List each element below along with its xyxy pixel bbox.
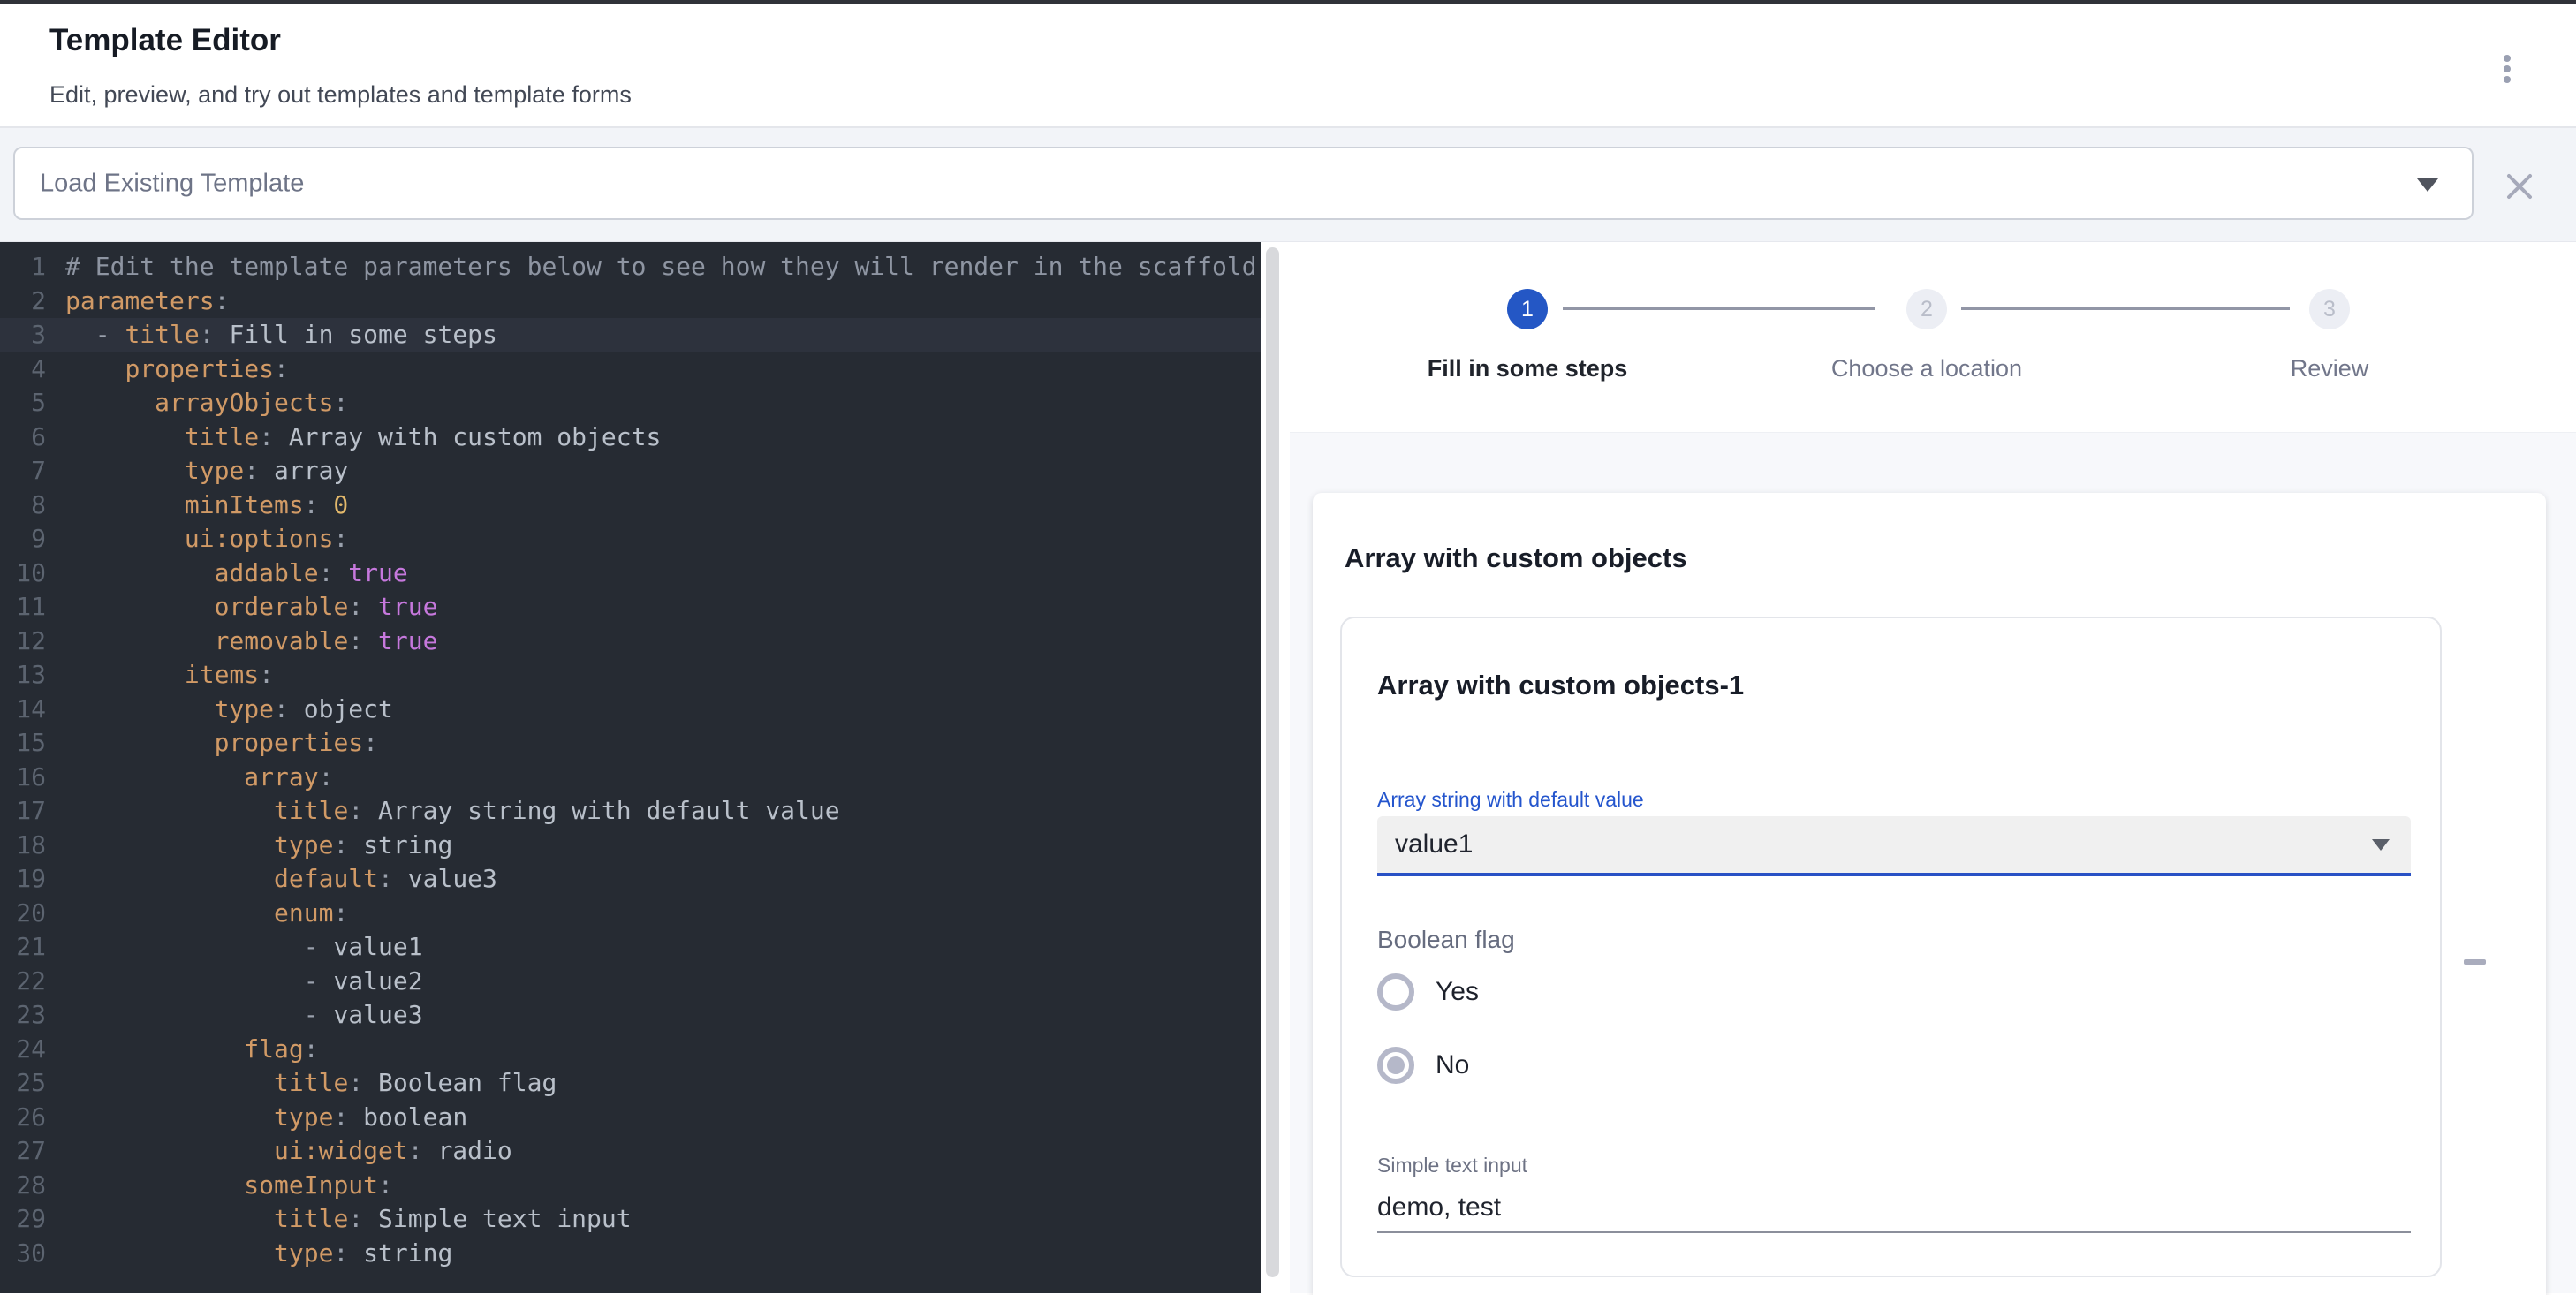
code-line[interactable]: 15 properties: [0,726,1261,761]
code-line[interactable]: 4 properties: [0,352,1261,387]
radio-option-yes[interactable]: Yes [1377,972,1479,1012]
close-icon [2504,170,2535,202]
code-line[interactable]: 11 orderable: true [0,590,1261,625]
radio-option-label: Yes [1436,977,1479,1007]
array-item-card: Array with custom objects-1 Array string… [1340,617,2442,1277]
form-preview-area: Array with custom objects Array with cus… [1290,433,2576,1293]
code-line[interactable]: 20 enum: [0,897,1261,931]
code-line[interactable]: 30 type: string [0,1237,1261,1271]
editor-scrollbar-thumb[interactable] [1266,247,1279,1277]
code-line[interactable]: 26 type: boolean [0,1101,1261,1135]
code-line[interactable]: 3 - title: Fill in some steps [0,318,1261,352]
code-line[interactable]: 8 minItems: 0 [0,488,1261,523]
code-line[interactable]: 2parameters: [0,284,1261,319]
step-2-label: Choose a location [1750,355,2103,382]
code-line[interactable]: 25 title: Boolean flag [0,1066,1261,1101]
code-line[interactable]: 16 array: [0,761,1261,795]
chevron-down-icon [2372,839,2390,851]
radio-icon [1377,1047,1414,1084]
code-line[interactable]: 10 addable: true [0,557,1261,591]
simple-text-label: Simple text input [1377,1154,1527,1178]
more-options-button[interactable] [2489,49,2525,88]
code-line[interactable]: 5 arrayObjects: [0,386,1261,420]
page-header: Template Editor Edit, preview, and try o… [0,4,2576,128]
code-line[interactable]: 7 type: array [0,454,1261,488]
code-line[interactable]: 27 ui:widget: radio [0,1134,1261,1169]
code-line[interactable]: 1# Edit the template parameters below to… [0,250,1261,284]
page-subtitle: Edit, preview, and try out templates and… [49,81,632,109]
step-2-circle[interactable]: 2 [1906,289,1947,329]
array-string-label: Array string with default value [1377,788,1644,812]
kebab-dot [2504,76,2511,83]
code-line[interactable]: 6 title: Array with custom objects [0,420,1261,455]
array-section-heading: Array with custom objects [1345,542,1687,574]
code-line[interactable]: 17 title: Array string with default valu… [0,794,1261,829]
kebab-dot [2504,65,2511,72]
step-connector [1961,307,2290,310]
yaml-editor-pane: 1# Edit the template parameters below to… [0,242,1290,1293]
code-line[interactable]: 28 someInput: [0,1169,1261,1203]
clear-selection-button[interactable] [2504,170,2535,202]
simple-text-input[interactable] [1377,1184,2411,1233]
array-string-select[interactable]: value1 [1377,816,2411,876]
step-1-circle[interactable]: 1 [1507,289,1548,329]
step-3-label: Review [2153,355,2506,382]
code-line[interactable]: 18 type: string [0,829,1261,863]
code-line[interactable]: 23 - value3 [0,998,1261,1033]
code-line[interactable]: 12 removable: true [0,625,1261,659]
code-line[interactable]: 19 default: value3 [0,862,1261,897]
page-title: Template Editor [49,23,281,58]
chevron-down-icon [2417,178,2438,192]
radio-option-label: No [1436,1050,1469,1080]
kebab-dot [2504,55,2511,62]
stepper: 1 2 3 Fill in some steps Choose a locati… [1290,242,2576,433]
code-editor[interactable]: 1# Edit the template parameters below to… [0,242,1261,1293]
template-load-toolbar: Load Existing Template [0,128,2576,242]
preview-pane: 1 2 3 Fill in some steps Choose a locati… [1290,242,2576,1293]
step-1-label: Fill in some steps [1351,355,1704,382]
code-line[interactable]: 14 type: object [0,693,1261,727]
load-select-placeholder: Load Existing Template [40,169,304,198]
array-item-heading: Array with custom objects-1 [1377,670,1744,701]
code-line[interactable]: 24 flag: [0,1033,1261,1067]
array-section-card: Array with custom objects Array with cus… [1313,493,2546,1295]
radio-option-no[interactable]: No [1377,1045,1469,1086]
load-existing-template-select[interactable]: Load Existing Template [13,147,2474,220]
code-line[interactable]: 9 ui:options: [0,522,1261,557]
radio-icon [1377,973,1414,1011]
step-3-circle[interactable]: 3 [2309,289,2350,329]
code-line[interactable]: 29 title: Simple text input [0,1202,1261,1237]
array-string-value: value1 [1395,829,1473,860]
code-line[interactable]: 22 - value2 [0,965,1261,999]
boolean-flag-label: Boolean flag [1377,926,1515,954]
remove-array-item-button[interactable] [2453,941,2496,983]
code-line[interactable]: 13 items: [0,658,1261,693]
step-connector [1563,307,1875,310]
code-line[interactable]: 21 - value1 [0,930,1261,965]
main-split: 1# Edit the template parameters below to… [0,242,2576,1293]
minus-icon [2464,959,2486,965]
